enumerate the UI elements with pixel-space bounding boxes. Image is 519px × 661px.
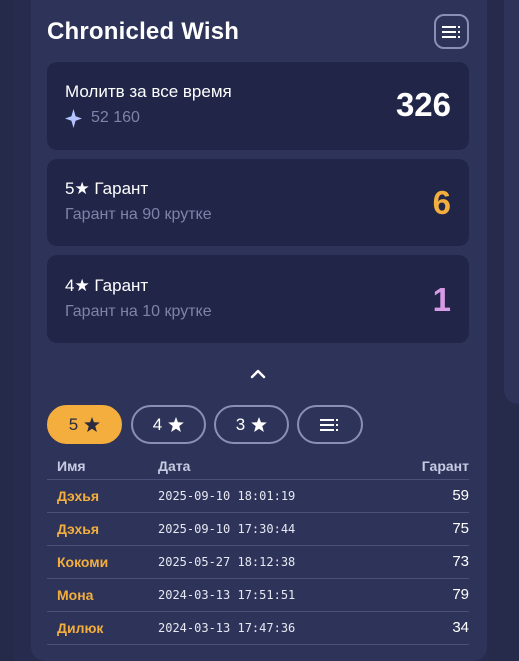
chevron-up-icon[interactable] — [249, 365, 267, 383]
filter-menu-button[interactable] — [297, 405, 363, 444]
row-pity: 79 — [452, 586, 469, 603]
four-star-pity-sub: Гарант на 10 крутке — [65, 303, 212, 320]
row-name: Дэхья — [57, 488, 100, 504]
primogem-star-icon — [65, 109, 82, 128]
column-header-name: Имя — [57, 458, 86, 474]
tab-five-star[interactable]: 5 — [47, 405, 122, 444]
panel-title: Chronicled Wish — [47, 18, 240, 45]
table-row[interactable]: Мона 2024-03-13 17:51:51 79 — [47, 579, 469, 612]
table-header: Имя Дата Гарант — [47, 453, 469, 480]
left-neighbour-panel — [0, 0, 14, 661]
four-star-pity-label: 4★ Гарант — [65, 276, 149, 295]
row-name: Дилюк — [57, 620, 104, 636]
row-date: 2025-09-10 17:30:44 — [158, 522, 296, 536]
star-icon — [251, 417, 268, 432]
total-wishes-card: Молитв за все время 52 160 326 — [47, 62, 469, 150]
table-row[interactable]: Дэхья 2025-09-10 17:30:44 75 — [47, 513, 469, 546]
tab-four-star-label: 4 — [152, 414, 163, 434]
list-menu-icon — [441, 25, 460, 38]
star-icon — [168, 417, 185, 432]
panel-header: Chronicled Wish — [47, 14, 469, 54]
row-pity: 73 — [452, 553, 469, 570]
total-wishes-value: 326 — [395, 86, 451, 123]
panel-menu-button[interactable] — [434, 14, 469, 49]
row-name: Кокоми — [57, 554, 109, 570]
row-pity: 34 — [452, 619, 469, 636]
row-name: Мона — [57, 587, 94, 603]
row-date: 2025-05-27 18:12:38 — [158, 555, 296, 569]
five-star-pity-value: 6 — [432, 184, 451, 221]
total-wishes-label: Молитв за все время — [65, 82, 232, 101]
app-root: Chronicled Wish Молитв за все время 52 1… — [0, 0, 519, 661]
star-icon — [84, 417, 101, 432]
wish-history-table: Имя Дата Гарант Дэхья 2025-09-10 18:01:1… — [47, 453, 469, 645]
table-row[interactable]: Кокоми 2025-05-27 18:12:38 73 — [47, 546, 469, 579]
rarity-filter-tabs: 5 4 3 — [47, 405, 469, 445]
five-star-pity-label: 5★ Гарант — [65, 179, 149, 198]
list-menu-icon — [320, 418, 338, 431]
currency-value: 52 160 — [91, 109, 140, 126]
row-date: 2024-03-13 17:47:36 — [158, 621, 296, 635]
four-star-pity-value: 1 — [432, 281, 451, 318]
tab-five-star-label: 5 — [68, 414, 79, 434]
tab-three-star-label: 3 — [235, 414, 246, 434]
row-date: 2024-03-13 17:51:51 — [158, 588, 296, 602]
table-row[interactable]: Дэхья 2025-09-10 18:01:19 59 — [47, 480, 469, 513]
five-star-pity-sub: Гарант на 90 крутке — [65, 206, 212, 223]
row-name: Дэхья — [57, 521, 100, 537]
row-pity: 75 — [452, 520, 469, 537]
column-header-pity: Гарант — [421, 458, 469, 474]
tab-four-star[interactable]: 4 — [131, 405, 206, 444]
tab-three-star[interactable]: 3 — [214, 405, 289, 444]
five-star-pity-card: 5★ Гарант Гарант на 90 крутке 6 — [47, 159, 469, 246]
right-neighbour-panel — [504, 0, 519, 404]
row-pity: 59 — [452, 487, 469, 504]
row-date: 2025-09-10 18:01:19 — [158, 489, 296, 503]
column-header-date: Дата — [158, 458, 191, 474]
four-star-pity-card: 4★ Гарант Гарант на 10 крутке 1 — [47, 255, 469, 343]
table-row[interactable]: Дилюк 2024-03-13 17:47:36 34 — [47, 612, 469, 645]
